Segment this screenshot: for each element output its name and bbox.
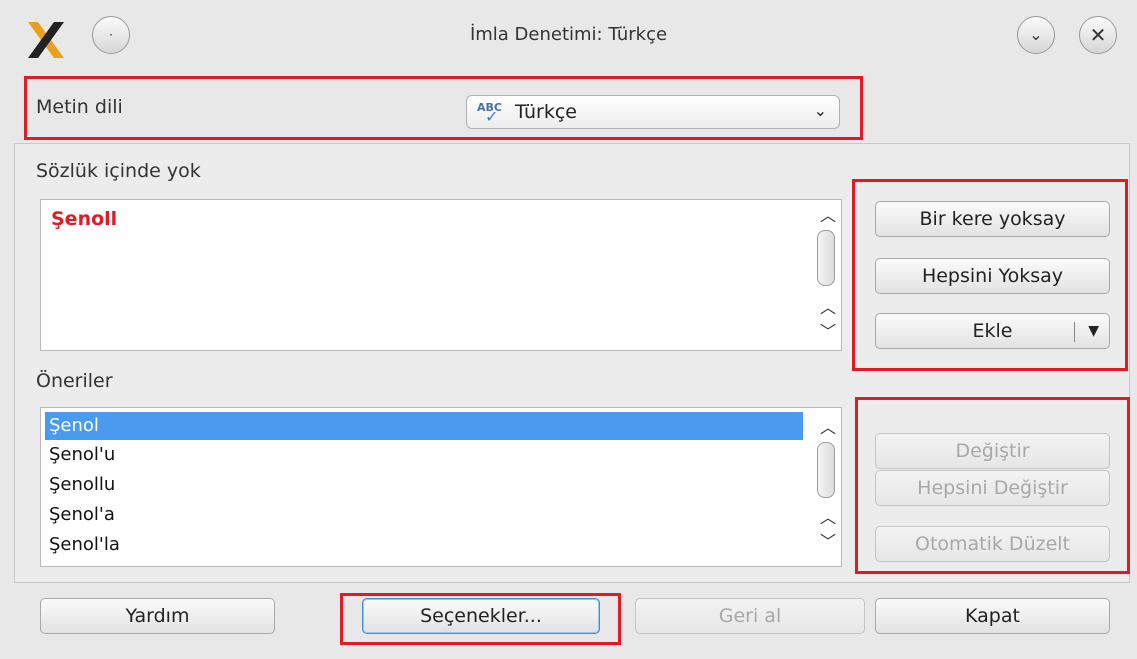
help-label: Yardım (125, 605, 190, 627)
suggestion-item[interactable]: Şenol'a (45, 501, 803, 529)
scroll-down-icon[interactable]: ﹀ (820, 318, 836, 342)
close-icon: ✕ (1089, 23, 1107, 47)
scroll-up-icon[interactable]: ︿ (820, 294, 836, 318)
suggestion-item[interactable]: Şenol (45, 412, 803, 440)
minimize-button[interactable]: ⌄ (1017, 16, 1055, 54)
close-label: Kapat (965, 605, 1020, 627)
scroll-thumb[interactable] (817, 442, 835, 498)
scroll-up-icon[interactable]: ︿ (820, 504, 836, 528)
highlight-language-row (24, 76, 863, 140)
undo-button[interactable]: Geri al (635, 598, 865, 634)
scroll-up-icon[interactable]: ︿ (820, 414, 836, 438)
scrollbar[interactable]: ︿ ︿ ﹀ (813, 408, 839, 566)
window-title: İmla Denetimi: Türkçe (469, 24, 668, 45)
highlight-ignore-add-buttons (852, 179, 1128, 371)
suggestion-item[interactable]: Şenol'la (45, 531, 803, 559)
close-window-button[interactable]: ✕ (1079, 16, 1117, 54)
help-button[interactable]: Yardım (40, 598, 275, 634)
title-bar: · İmla Denetimi: Türkçe ⌄ ✕ (0, 0, 1137, 70)
suggestions-label: Öneriler (36, 370, 113, 392)
suggestions-list[interactable]: Şenol Şenol'u Şenollu Şenol'a Şenol'la ︿… (40, 407, 842, 567)
suggestion-item[interactable]: Şenollu (45, 471, 803, 499)
highlight-change-buttons (855, 397, 1130, 574)
chevron-down-icon: ⌄ (1029, 25, 1043, 44)
undo-label: Geri al (718, 605, 782, 627)
misspelled-word: Şenoll (51, 208, 118, 230)
scroll-thumb[interactable] (817, 230, 835, 286)
not-in-dictionary-textbox[interactable]: Şenoll ︿ ︿ ﹀ (40, 199, 842, 351)
scroll-down-icon[interactable]: ﹀ (820, 528, 836, 552)
scrollbar[interactable]: ︿ ︿ ﹀ (813, 200, 839, 350)
suggestion-item[interactable]: Şenol'u (45, 441, 803, 469)
close-button[interactable]: Kapat (875, 598, 1110, 634)
not-in-dictionary-label: Sözlük içinde yok (36, 160, 201, 182)
highlight-options-button (340, 593, 621, 645)
scroll-up-icon[interactable]: ︿ (820, 202, 836, 226)
